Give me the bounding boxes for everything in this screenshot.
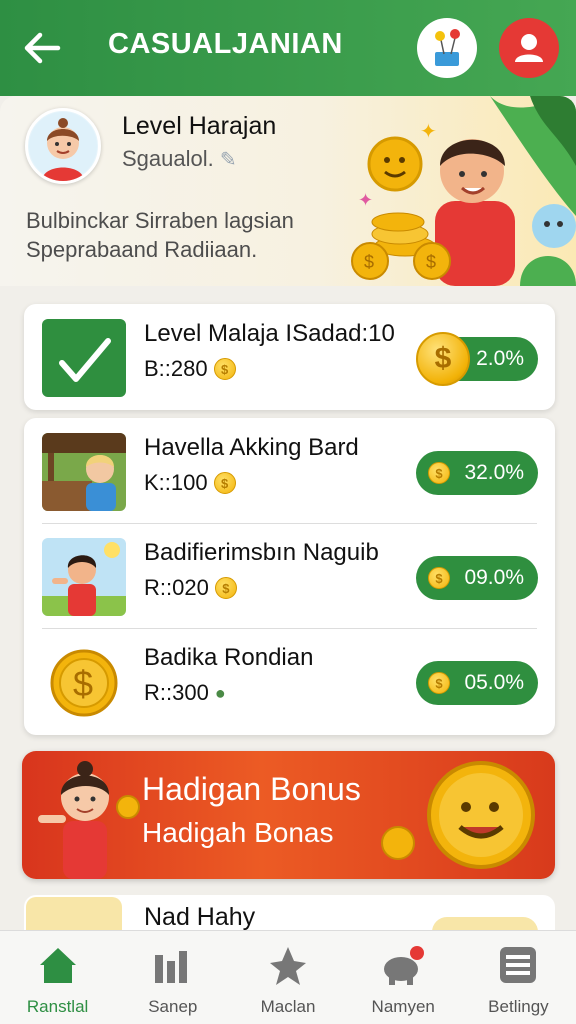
- svg-text:$: $: [73, 663, 93, 704]
- user-icon: [515, 34, 543, 62]
- top-app-bar: CASUALJANIAN: [0, 0, 576, 96]
- arrow-left-icon: [24, 32, 61, 64]
- bonus-banner[interactable]: Hadigan Bonus Hadigah Bonas: [22, 751, 555, 879]
- profile-subtitle: Sgaualol. ✎: [122, 146, 237, 171]
- child-garden-image: [42, 433, 126, 511]
- home-icon: [36, 943, 80, 987]
- list-icon: [496, 943, 540, 987]
- edit-icon[interactable]: ✎: [220, 149, 237, 171]
- list-item-meta: R::020 $: [144, 575, 237, 601]
- coin-icon: $: [213, 358, 236, 380]
- list-item-badge[interactable]: $ 05.0%: [416, 661, 538, 705]
- app-title: CASUALJANIAN: [108, 28, 343, 60]
- avatar[interactable]: [25, 108, 101, 184]
- nav-item-tools[interactable]: Sanep: [115, 931, 230, 1024]
- profile-name: Level Harajan: [122, 112, 277, 140]
- list-item-badge[interactable]: $ 09.0%: [416, 556, 538, 600]
- next-card-title: Nad Hahy: [144, 903, 256, 931]
- list-thumbnail: [42, 538, 126, 616]
- svg-text:✦: ✦: [420, 119, 437, 143]
- coin-icon: $: [214, 577, 237, 599]
- list-item-title: Badika Rondian: [144, 644, 314, 671]
- list-item-title: Badifierimsbın Naguib: [144, 539, 379, 566]
- list-thumbnail: [42, 433, 126, 511]
- star-person-icon: [266, 943, 310, 987]
- girl-illustration: [38, 761, 140, 879]
- nav-label: Maclan: [260, 997, 316, 1016]
- profile-button[interactable]: [499, 18, 559, 78]
- list-item-meta: R::300 ●: [144, 680, 226, 705]
- nav-item-home[interactable]: Ranstlal: [0, 931, 115, 1024]
- quest-list: Havella Akking Bard K::100 $ $ 32.0% Bad…: [24, 418, 555, 735]
- nav-label: Sanep: [148, 997, 198, 1016]
- list-thumbnail: $: [42, 643, 126, 721]
- gold-coin-icon: $: [50, 649, 118, 717]
- svg-text:$: $: [426, 252, 436, 272]
- nav-label: Betlingy: [488, 997, 549, 1016]
- list-item-meta: K::100 $: [144, 470, 236, 496]
- coin-icon: $: [428, 672, 450, 694]
- tools-icon: [151, 943, 195, 987]
- list-item[interactable]: $ Badika Rondian R::300 ● $ 05.0%: [24, 628, 555, 733]
- level-card-title: Level Malaja ISadad:10: [144, 320, 395, 347]
- profile-card: Level Harajan Sgaualol. ✎ Bulbinckar Sir…: [0, 96, 576, 286]
- coin-icon: $: [428, 462, 450, 484]
- piggy-bank-icon: [381, 943, 425, 987]
- coin-icon: $: [428, 567, 450, 589]
- list-item[interactable]: Badifierimsbın Naguib R::020 $ $ 09.0%: [24, 523, 555, 628]
- level-card[interactable]: Level Malaja ISadad:10 B::280 $ 2.0% $: [24, 304, 555, 410]
- piggy-icon: ●: [214, 682, 226, 703]
- profile-description: Bulbinckar Sirraben lagsian Speprabaand …: [26, 208, 294, 262]
- bottom-navigation: Ranstlal Sanep Maclan Namyen Betlingy: [0, 930, 576, 1024]
- check-tile: [42, 319, 126, 397]
- balloons-button[interactable]: [417, 18, 477, 78]
- nav-item-maclan[interactable]: Maclan: [230, 931, 345, 1024]
- smiling-coin-icon: [381, 761, 535, 869]
- check-icon: [59, 338, 111, 382]
- coin-icon: $: [416, 332, 470, 386]
- svg-text:✦: ✦: [358, 190, 373, 211]
- nav-label: Namyen: [371, 997, 435, 1016]
- bonus-title: Hadigan Bonus: [142, 771, 361, 807]
- level-card-meta: B::280 $: [144, 356, 236, 382]
- list-item-title: Havella Akking Bard: [144, 434, 359, 461]
- list-item-badge[interactable]: $ 32.0%: [416, 451, 538, 495]
- coin-icon: $: [213, 472, 236, 494]
- hero-illustration: $ $ ✦ ✦: [351, 96, 576, 286]
- list-item[interactable]: Havella Akking Bard K::100 $ $ 32.0%: [24, 418, 555, 523]
- child-waving-image: [42, 538, 126, 616]
- svg-text:$: $: [364, 252, 374, 272]
- nav-label: Ranstlal: [26, 997, 89, 1016]
- nav-item-namyen[interactable]: Namyen: [346, 931, 461, 1024]
- back-button[interactable]: [18, 24, 66, 72]
- nav-item-betlingy[interactable]: Betlingy: [461, 931, 576, 1024]
- balloons-icon: [435, 29, 460, 66]
- bonus-subtitle: Hadigah Bonas: [142, 817, 334, 848]
- child-avatar-icon: [29, 112, 97, 181]
